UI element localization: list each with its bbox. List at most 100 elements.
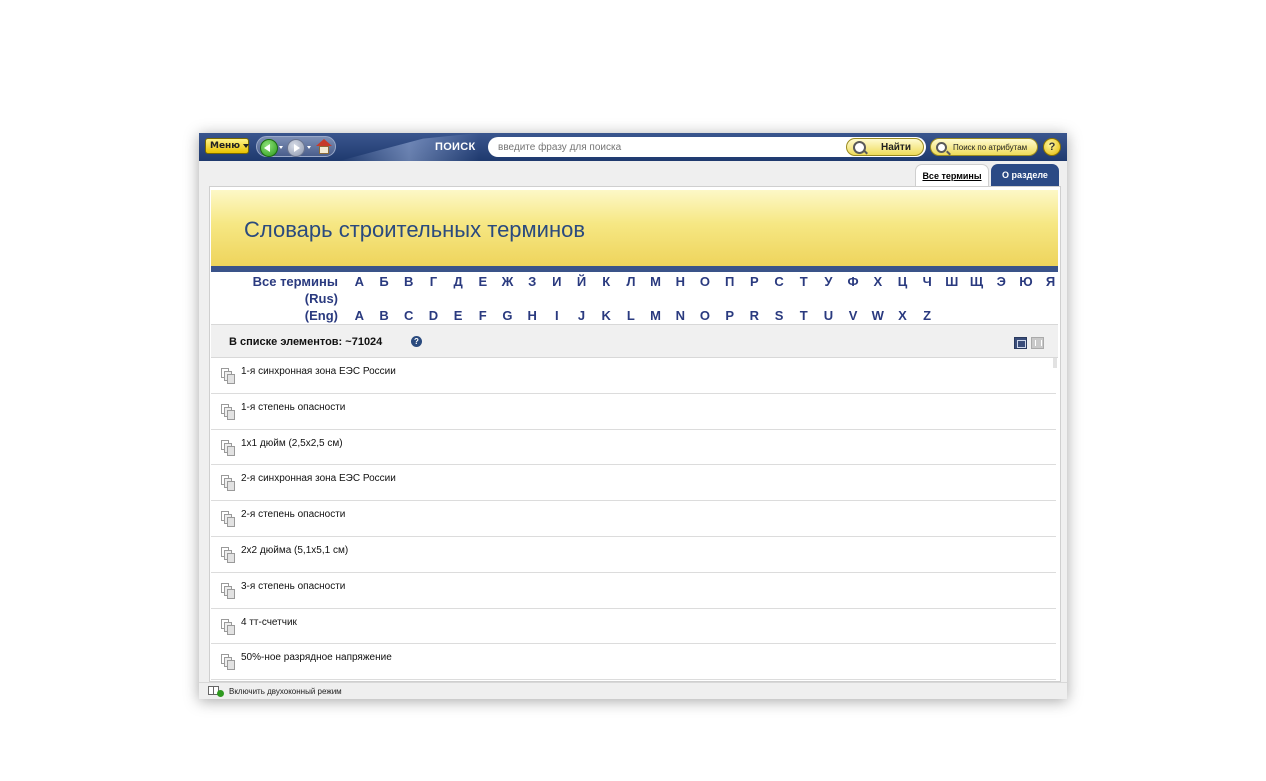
rus-letter[interactable]: Г: [421, 274, 446, 289]
find-button-label: Найти: [881, 141, 911, 153]
toolbar: Меню ПОИСК Найти Поиск по атрибутам ?: [199, 133, 1067, 161]
forward-arrow-icon[interactable]: [287, 139, 305, 157]
list-item[interactable]: 1x1 дюйм (2,5x2,5 см): [211, 430, 1056, 466]
document-stack-icon: [221, 654, 236, 671]
rus-letter[interactable]: О: [693, 274, 718, 289]
rus-letter[interactable]: К: [594, 274, 619, 289]
rus-letter[interactable]: Э: [989, 274, 1014, 289]
document-stack-icon: [221, 403, 236, 420]
rus-letter[interactable]: Л: [619, 274, 644, 289]
eng-letter[interactable]: M: [643, 308, 668, 323]
tab-all-terms[interactable]: Все термины: [915, 164, 989, 186]
attribute-search-button[interactable]: Поиск по атрибутам: [930, 138, 1038, 156]
rus-letter[interactable]: П: [717, 274, 742, 289]
document-stack-icon: [221, 475, 236, 492]
list-item[interactable]: 4 тт-счетчик: [211, 609, 1056, 645]
rus-letter[interactable]: С: [767, 274, 792, 289]
eng-letter[interactable]: T: [791, 308, 816, 323]
eng-letter[interactable]: E: [446, 308, 471, 323]
eng-letter[interactable]: N: [668, 308, 693, 323]
rus-letter[interactable]: Щ: [964, 274, 989, 289]
eng-letter[interactable]: U: [816, 308, 841, 323]
forward-history-caret-icon[interactable]: [307, 146, 311, 149]
eng-letter[interactable]: Z: [915, 308, 940, 323]
item-count: В списке элементов: ~71024: [229, 336, 383, 348]
rus-letter[interactable]: И: [545, 274, 570, 289]
eng-letter[interactable]: J: [569, 308, 594, 323]
back-arrow-icon[interactable]: [260, 139, 278, 157]
eng-letter[interactable]: C: [396, 308, 421, 323]
rus-letter[interactable]: Т: [791, 274, 816, 289]
info-icon[interactable]: ?: [411, 336, 422, 347]
find-button[interactable]: Найти: [846, 138, 924, 156]
view-mode-columns-icon[interactable]: [1031, 337, 1044, 349]
list-item-label: 2-я степень опасности: [241, 509, 346, 521]
all-terms-link[interactable]: Все термины: [253, 274, 338, 289]
list-item[interactable]: 2x2 дюйма (5,1x5,1 см): [211, 537, 1056, 573]
eng-letter[interactable]: L: [619, 308, 644, 323]
help-button[interactable]: ?: [1043, 138, 1061, 156]
page-title: Словарь строительных терминов: [244, 217, 586, 242]
eng-letter[interactable]: A: [347, 308, 372, 323]
eng-letter[interactable]: P: [717, 308, 742, 323]
eng-letter[interactable]: O: [693, 308, 718, 323]
rus-letter[interactable]: З: [520, 274, 545, 289]
list-item[interactable]: 3-я степень опасности: [211, 573, 1056, 609]
menu-button[interactable]: Меню: [205, 138, 250, 154]
dual-mode-link[interactable]: Включить двухоконный режим: [229, 687, 342, 696]
rus-letter[interactable]: А: [347, 274, 372, 289]
list-item[interactable]: 2-я степень опасности: [211, 501, 1056, 537]
rus-letter[interactable]: Е: [470, 274, 495, 289]
attribute-search-icon: [936, 141, 947, 153]
document-stack-icon: [221, 511, 236, 528]
rus-letter[interactable]: Ш: [940, 274, 965, 289]
document-stack-icon: [221, 618, 236, 635]
rus-letter[interactable]: Ц: [890, 274, 915, 289]
dual-window-icon[interactable]: [208, 686, 224, 697]
rus-letter[interactable]: Й: [569, 274, 594, 289]
rus-label: (Rus): [304, 291, 338, 306]
eng-letter[interactable]: G: [495, 308, 520, 323]
eng-letter[interactable]: S: [767, 308, 792, 323]
alphabet-row-rus-label: (Rus): [210, 291, 1060, 307]
eng-letter[interactable]: W: [865, 308, 890, 323]
eng-letter[interactable]: R: [742, 308, 767, 323]
rus-letter[interactable]: Ю: [1014, 274, 1039, 289]
list-item-label: 4 тт-счетчик: [241, 616, 297, 628]
rus-letter[interactable]: У: [816, 274, 841, 289]
rus-letter[interactable]: В: [396, 274, 421, 289]
rus-letter[interactable]: Я: [1038, 274, 1060, 289]
list-item[interactable]: 2-я синхронная зона ЕЭС России: [211, 465, 1056, 502]
rus-letter[interactable]: Б: [372, 274, 397, 289]
document-stack-icon: [221, 546, 236, 563]
rus-letter[interactable]: Ф: [841, 274, 866, 289]
eng-label: (Eng): [304, 308, 338, 323]
view-mode-list-icon[interactable]: [1014, 337, 1027, 349]
rus-letter[interactable]: Р: [742, 274, 767, 289]
eng-letter[interactable]: F: [470, 308, 495, 323]
back-history-caret-icon[interactable]: [279, 146, 283, 149]
term-list: 1-я синхронная зона ЕЭС России 1-я степен…: [211, 358, 1056, 681]
eng-letter[interactable]: B: [372, 308, 397, 323]
search-label: ПОИСК: [435, 141, 476, 153]
scrollbar[interactable]: [1053, 358, 1057, 368]
alphabet-row-eng: (Eng) ABCDEFGHIJKLMNOPRSTUVWXZ: [210, 308, 1060, 324]
eng-letter[interactable]: X: [890, 308, 915, 323]
rus-letter[interactable]: Н: [668, 274, 693, 289]
rus-letter[interactable]: Ж: [495, 274, 520, 289]
rus-letter[interactable]: Ч: [915, 274, 940, 289]
rus-letter[interactable]: М: [643, 274, 668, 289]
home-icon[interactable]: [315, 139, 333, 155]
list-item-label: 2x2 дюйма (5,1x5,1 см): [241, 544, 349, 556]
rus-letter[interactable]: Х: [865, 274, 890, 289]
eng-letter[interactable]: H: [520, 308, 545, 323]
list-item[interactable]: 1-я синхронная зона ЕЭС России: [211, 358, 1056, 394]
list-item[interactable]: 50%-ное разрядное напряжение: [211, 644, 1056, 681]
tab-about-section[interactable]: О разделе: [991, 164, 1059, 186]
rus-letter[interactable]: Д: [446, 274, 471, 289]
eng-letter[interactable]: K: [594, 308, 619, 323]
eng-letter[interactable]: V: [841, 308, 866, 323]
eng-letter[interactable]: I: [545, 308, 570, 323]
list-item[interactable]: 1-я степень опасности: [211, 394, 1056, 430]
eng-letter[interactable]: D: [421, 308, 446, 323]
